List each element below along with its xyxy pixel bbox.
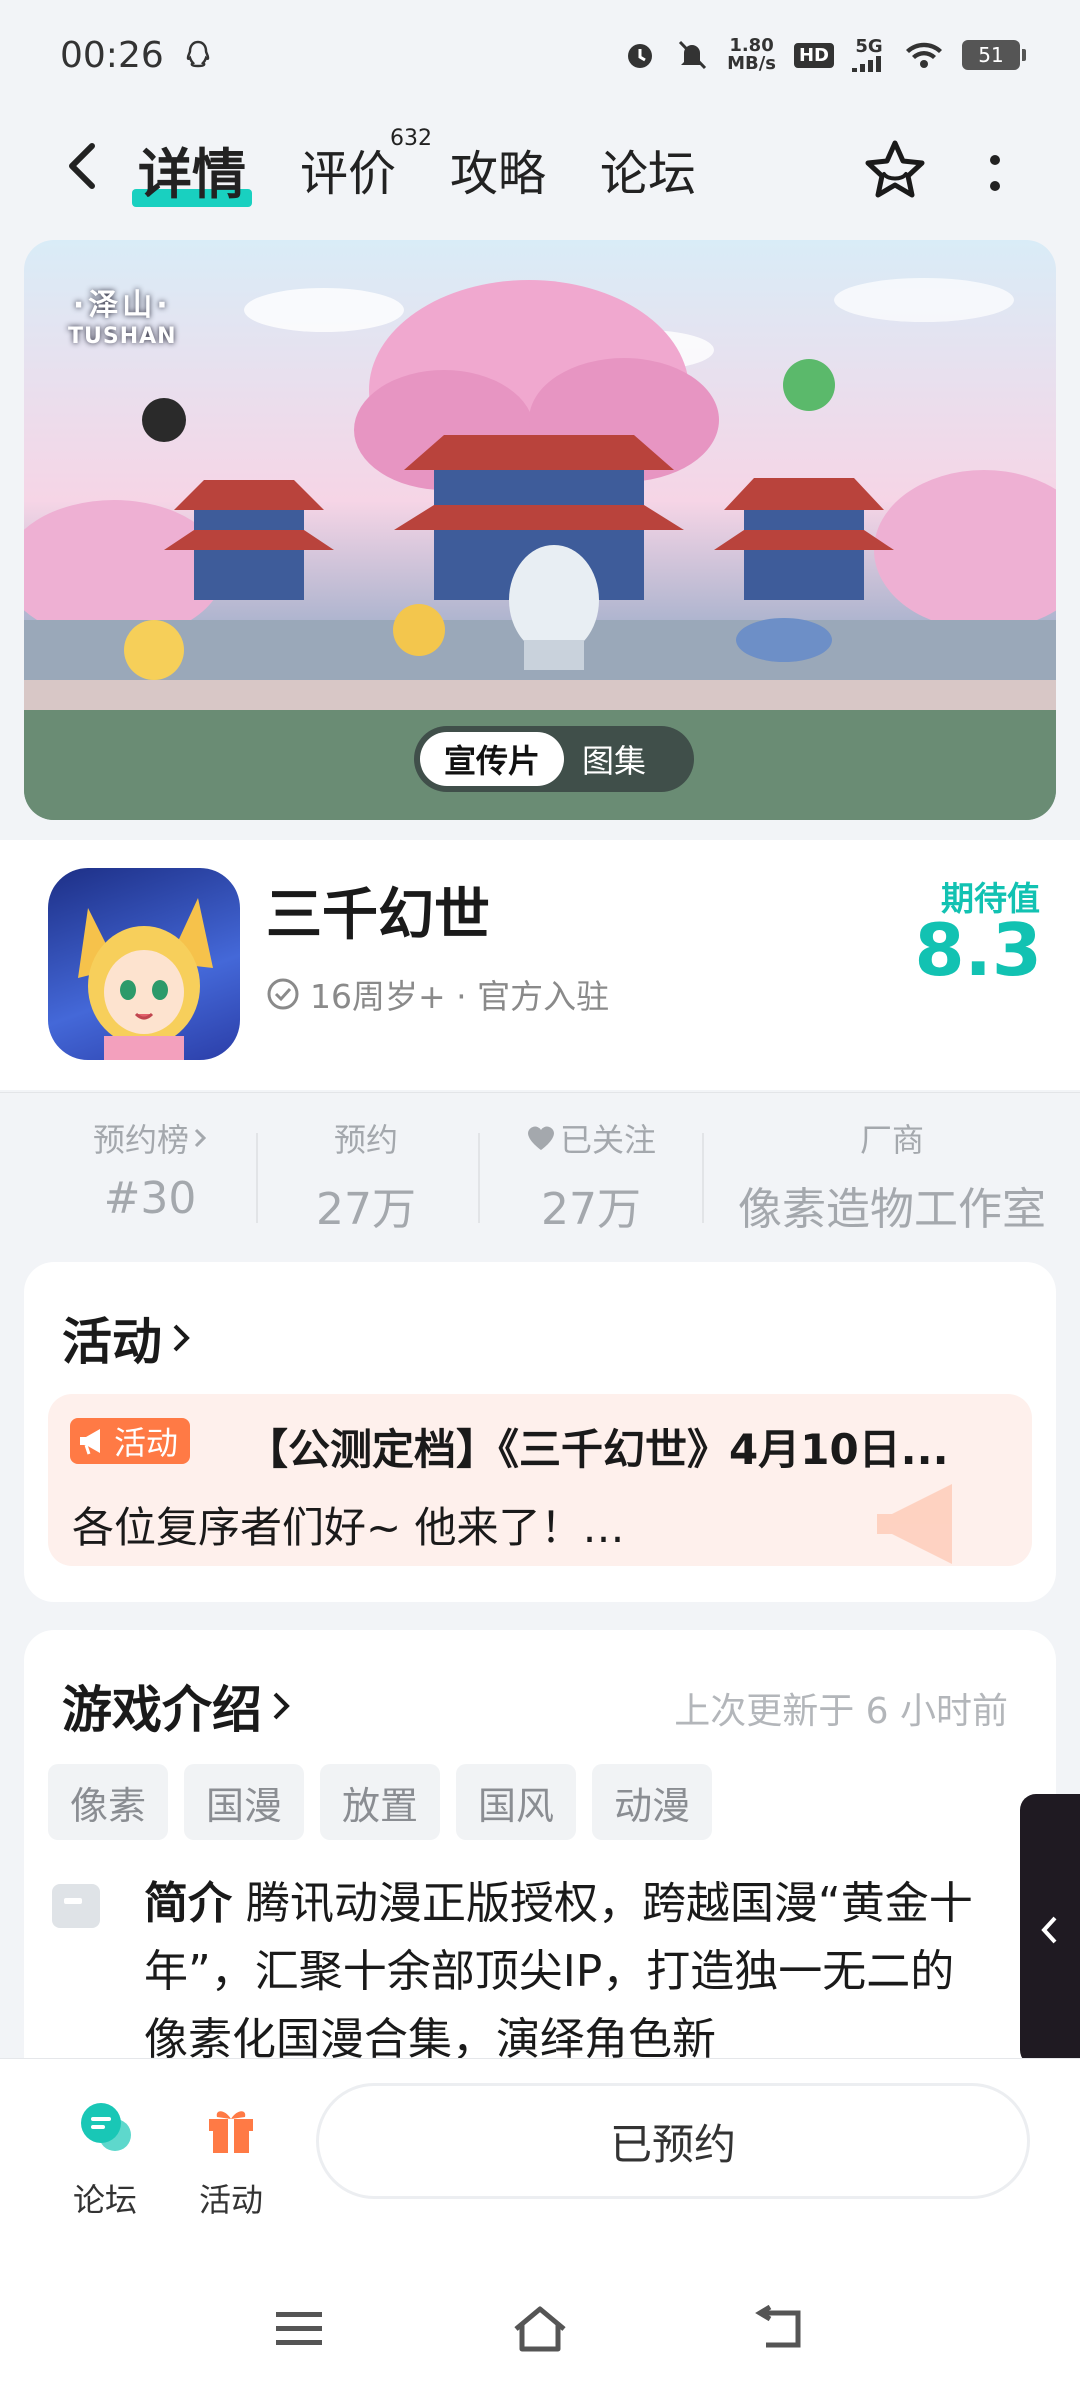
mute-bell-icon — [678, 40, 707, 70]
chat-bubble-icon — [81, 2103, 131, 2151]
home-icon — [514, 2306, 566, 2352]
promo-banner[interactable]: ·泽山· TUSHAN 宣传片 图集 — [24, 240, 1056, 820]
intro-section-title[interactable]: 游戏介绍 — [62, 1670, 292, 1742]
more-options-button[interactable] — [975, 138, 1015, 208]
intro-label: 简介 — [144, 1878, 232, 1929]
app-icon[interactable] — [48, 868, 240, 1060]
megaphone-watermark-icon — [877, 1484, 952, 1564]
media-toggle: 宣传片 图集 — [414, 726, 694, 792]
top-nav: 详情 评价 632 攻略 论坛 — [0, 110, 1080, 230]
tab-reviews[interactable]: 评价 — [300, 134, 396, 204]
home-button[interactable] — [505, 2298, 575, 2358]
forum-shortcut[interactable]: 论坛 — [60, 2097, 150, 2221]
chevron-left-icon — [1041, 1916, 1057, 1944]
activity-item[interactable]: 活动 【公测定档】《三千幻世》4月10日... 各位复序者们好~ 他来了！他来了… — [48, 1394, 1032, 1566]
chevron-right-icon — [273, 1692, 290, 1720]
net-speed: 1.80 MB/s — [727, 35, 776, 74]
toggle-gallery[interactable]: 图集 — [564, 736, 664, 782]
divider — [702, 1133, 704, 1223]
stat-developer[interactable]: 厂商 像素造物工作室 — [722, 1115, 1062, 1237]
status-bar: 00:26 1.80 MB/s HD 5G 51 — [0, 0, 1080, 110]
age-rating-text: 16周岁+ · 官方入驻 — [310, 977, 610, 1016]
app-meta: 16周岁+ · 官方入驻 — [266, 970, 609, 1018]
tab-guides[interactable]: 攻略 — [450, 134, 546, 204]
document-icon — [52, 1884, 100, 1928]
back-button[interactable] — [52, 136, 112, 196]
alarm-icon — [628, 44, 653, 68]
toggle-video[interactable]: 宣传片 — [420, 732, 565, 786]
return-icon — [755, 2305, 801, 2348]
divider — [478, 1133, 480, 1223]
dot-icon — [990, 155, 1000, 165]
activity-section-title[interactable]: 活动 — [62, 1302, 192, 1374]
reserved-button[interactable]: 已预约 — [316, 2083, 1030, 2199]
intro-text[interactable]: 简介 腾讯动漫正版授权，跨越国漫“黄金十年”，汇聚十余部顶尖IP，打造独一无二的… — [144, 1870, 984, 2074]
stats-row: 预约榜 #30 预约 27万 已关注 27万 厂商 像素造物工作室 — [0, 1092, 1080, 1242]
menu-button[interactable] — [264, 2298, 334, 2358]
intro-body: 腾讯动漫正版授权，跨越国漫“黄金十年”，汇聚十余部顶尖IP，打造独一无二的像素化… — [144, 1878, 973, 2065]
back-system-button[interactable] — [745, 2298, 815, 2358]
tag-list: 像素 国漫 放置 国风 动漫 — [48, 1764, 713, 1840]
gift-icon — [209, 2111, 253, 2153]
stat-reservations: 预约 27万 — [316, 1121, 416, 1235]
back-arrow-icon — [69, 143, 95, 189]
system-nav-bar — [0, 2238, 1080, 2400]
star-icon — [865, 140, 925, 198]
expectation-score: 8.3 — [914, 908, 1042, 992]
heart-icon — [527, 1126, 554, 1150]
stat-followers[interactable]: 已关注 27万 — [496, 1115, 686, 1237]
cell-signal: 5G — [852, 38, 886, 72]
chevron-right-icon — [173, 1324, 190, 1352]
banner-logo: ·泽山· TUSHAN — [68, 288, 177, 349]
status-time: 00:26 — [60, 34, 164, 76]
menu-icon — [276, 2312, 322, 2345]
tag-pixel[interactable]: 像素 — [48, 1764, 169, 1840]
side-expand-tab[interactable] — [1020, 1794, 1080, 2066]
reviews-count-badge: 632 — [390, 126, 432, 151]
activity-title: 【公测定档】《三千幻世》4月10日... — [246, 1425, 949, 1474]
signal-bars-icon — [852, 56, 881, 72]
tag-guoman[interactable]: 国漫 — [184, 1764, 305, 1840]
battery-icon: 51 — [962, 40, 1026, 70]
intro-card: 游戏介绍 上次更新于 6 小时前 像素 国漫 放置 国风 动漫 简介 腾讯动漫正… — [24, 1630, 1056, 2090]
activity-shortcut[interactable]: 活动 — [186, 2097, 276, 2221]
qq-icon — [186, 40, 210, 68]
verified-check-icon — [267, 978, 299, 1010]
chevron-right-icon — [194, 1128, 207, 1148]
stat-reservation-rank[interactable]: 预约榜 #30 — [70, 1115, 230, 1224]
last-updated: 上次更新于 6 小时前 — [674, 1691, 1008, 1732]
hd-badge: HD — [793, 42, 834, 68]
dot-icon — [990, 181, 1000, 191]
app-icon-artwork — [78, 898, 213, 1060]
bottom-action-bar: 论坛 活动 已预约 — [0, 2058, 1080, 2238]
activity-badge: 活动 — [70, 1418, 191, 1464]
tag-chinese-style[interactable]: 国风 — [456, 1764, 577, 1840]
app-info: 三千幻世 16周岁+ · 官方入驻 期待值 8.3 — [0, 840, 1080, 1090]
wifi-icon — [906, 42, 942, 68]
megaphone-icon — [80, 1429, 100, 1455]
status-right: 1.80 MB/s HD 5G 51 — [623, 35, 1026, 74]
tab-forum[interactable]: 论坛 — [600, 134, 696, 204]
tag-anime[interactable]: 动漫 — [592, 1764, 713, 1840]
favorite-button[interactable] — [860, 136, 930, 206]
tab-details[interactable]: 详情 — [132, 130, 252, 209]
tag-idle[interactable]: 放置 — [320, 1764, 441, 1840]
app-name: 三千幻世 — [266, 883, 490, 948]
activity-card: 活动 活动 【公测定档】《三千幻世》4月10日... 各位复序者们好~ 他来了！… — [24, 1262, 1056, 1602]
divider — [256, 1133, 258, 1223]
activity-description: 各位复序者们好~ 他来了！他来了！大家... — [72, 1503, 652, 1552]
